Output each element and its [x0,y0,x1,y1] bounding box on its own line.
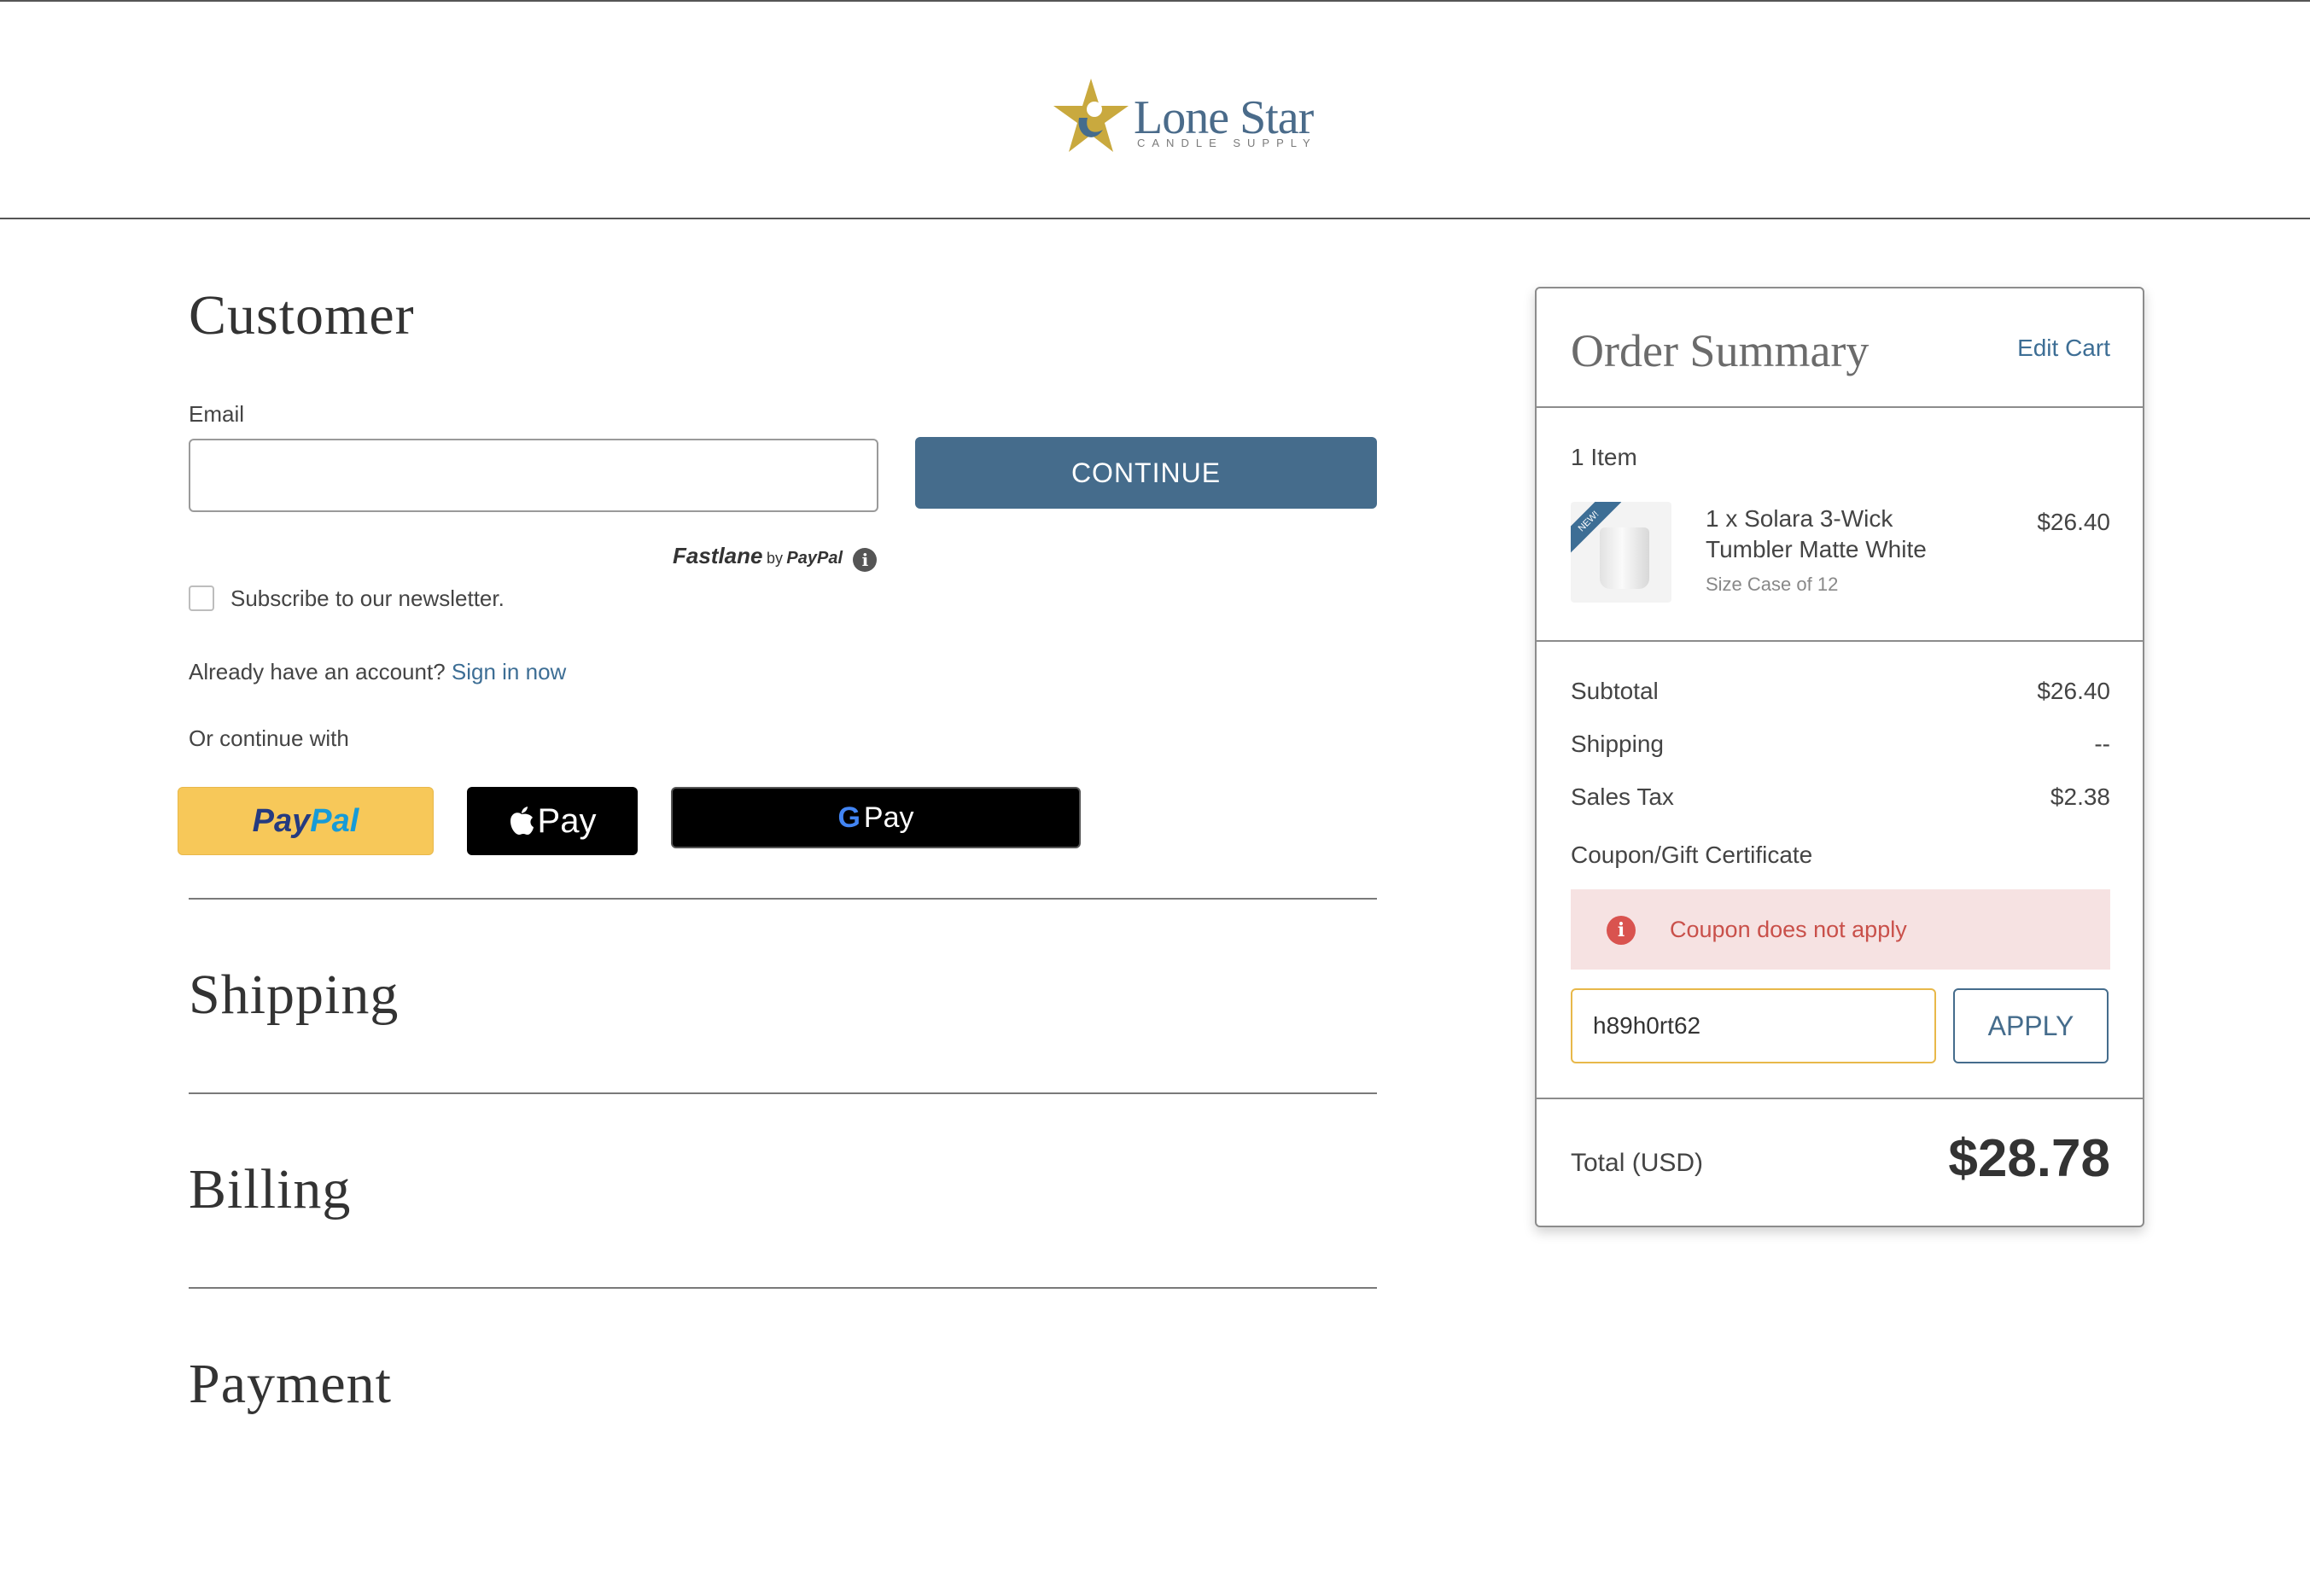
item-name-line2: Tumbler Matte White [1706,536,1927,562]
paypal-wordmark-pal: Pal [310,802,359,839]
sign-in-link[interactable]: Sign in now [452,659,566,684]
sales-tax-label: Sales Tax [1571,783,1674,810]
apply-coupon-button[interactable]: APPLY [1953,988,2109,1063]
payment-title[interactable]: Payment [189,1352,392,1417]
fastlane-label: Fastlane [673,543,763,568]
order-summary: Order Summary Edit Cart 1 Item NEW! 1 x … [1535,287,2144,1227]
google-pay-label: Pay [863,801,914,834]
summary-divider [1537,640,2143,642]
store-logo[interactable]: Lone Star CANDLE SUPPLY [1050,75,1314,160]
paypal-wordmark: PayPal [253,803,359,840]
lone-star-logo-icon [1053,79,1129,152]
error-icon: i [1607,916,1636,945]
item-name-line1: 1 x Solara 3-Wick [1706,505,1893,532]
apple-pay-label: Pay [537,801,597,840]
google-pay-button[interactable]: G Pay [671,787,1081,848]
item-option: Size Case of 12 [1706,574,1839,595]
coupon-code-input[interactable] [1571,988,1936,1063]
shipping-value: -- [2094,731,2110,757]
account-prompt-text: Already have an account? [189,659,446,684]
section-divider [189,1287,1377,1289]
section-divider [189,898,1377,900]
total-value: $28.78 [1948,1129,2110,1188]
shipping-label: Shipping [1571,731,1664,757]
or-continue-label: Or continue with [189,725,349,751]
google-g-icon: G [837,801,860,834]
billing-title[interactable]: Billing [189,1157,351,1222]
summary-divider [1537,1098,2143,1099]
fastlane-badge: Fastlane by PayPal i [673,543,878,574]
brand-tagline: CANDLE SUPPLY [1137,137,1317,149]
continue-button[interactable]: CONTINUE [915,437,1377,509]
candle-tumbler-image [1600,527,1649,589]
item-count: 1 Item [1571,444,1637,470]
summary-divider [1537,406,2143,408]
account-prompt: Already have an account? Sign in now [189,659,566,685]
subtotal-label: Subtotal [1571,678,1659,704]
coupon-error-alert: i Coupon does not apply [1571,889,2110,970]
product-thumbnail[interactable]: NEW! [1571,502,1671,603]
newsletter-checkbox[interactable] [189,585,214,611]
shipping-title[interactable]: Shipping [189,963,399,1028]
edit-cart-link[interactable]: Edit Cart [2017,335,2110,362]
sales-tax-value: $2.38 [2050,783,2110,810]
paypal-button[interactable]: PayPal [178,787,434,855]
order-summary-title: Order Summary [1571,325,1870,376]
coupon-label[interactable]: Coupon/Gift Certificate [1571,842,1812,869]
apple-pay-button[interactable]: Pay [467,787,638,855]
apple-icon [510,807,534,835]
coupon-error-message: Coupon does not apply [1670,917,1907,942]
email-label: Email [189,401,245,427]
section-divider [189,1092,1377,1094]
fastlane-paypal: PayPal [786,549,843,568]
paypal-wordmark-pay: Pay [252,802,311,839]
site-header: Lone Star CANDLE SUPPLY [0,2,2310,219]
subtotal-value: $26.40 [2037,678,2110,704]
item-price: $26.40 [2037,509,2110,535]
fastlane-by: by [766,550,783,567]
total-label: Total (USD) [1571,1149,1704,1177]
email-field[interactable] [189,439,878,512]
newsletter-label: Subscribe to our newsletter. [230,585,505,611]
info-icon[interactable]: i [853,547,878,572]
customer-title: Customer [189,284,415,347]
